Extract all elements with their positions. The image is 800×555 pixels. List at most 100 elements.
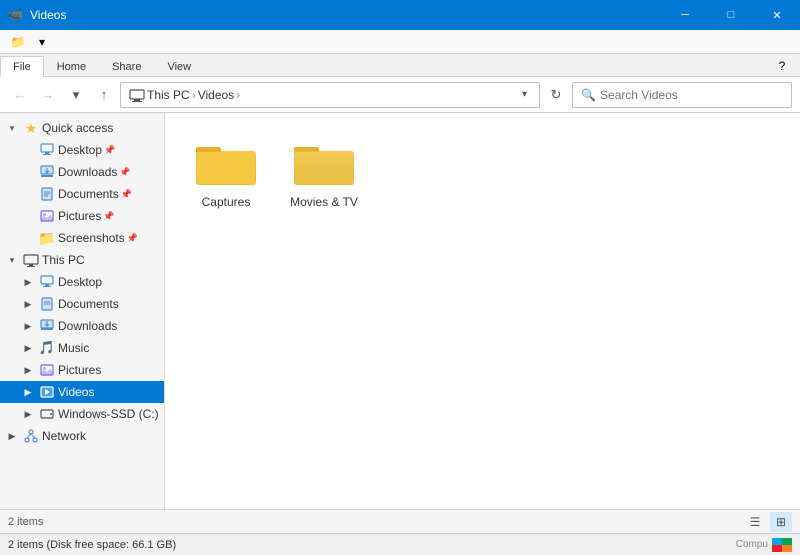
this-pc-icon xyxy=(129,87,145,103)
main-layout: ▾ ★ Quick access Desktop 📌 Downloads 📌 D… xyxy=(0,113,800,509)
qat-folder-button[interactable]: 📁 xyxy=(8,32,28,52)
sidebar-item-music-pc[interactable]: ▶ 🎵 Music xyxy=(0,337,164,359)
videos-pc-icon xyxy=(39,384,55,400)
documents-pc-icon xyxy=(39,296,55,312)
this-pc-label: This PC xyxy=(42,253,85,267)
pin-icon-downloads: 📌 xyxy=(119,167,130,178)
drive-icon xyxy=(39,406,55,422)
sidebar-item-pictures-pc[interactable]: ▶ Pictures xyxy=(0,359,164,381)
sidebar-videos-pc-label: Videos xyxy=(58,385,94,399)
network-expand[interactable]: ▶ xyxy=(4,428,20,444)
network-label: Network xyxy=(42,429,86,443)
forward-button[interactable]: → xyxy=(36,83,60,107)
path-part-1: This PC xyxy=(147,88,190,102)
address-path: This PC › Videos › xyxy=(129,87,518,103)
sidebar-music-pc-label: Music xyxy=(58,341,89,355)
path-part-2: Videos xyxy=(198,88,234,102)
desktop-pc-icon xyxy=(39,274,55,290)
network-icon xyxy=(23,428,39,444)
this-pc-header[interactable]: ▾ This PC xyxy=(0,249,164,271)
sidebar-pictures-pc-label: Pictures xyxy=(58,363,101,377)
music-pc-icon: 🎵 xyxy=(39,340,55,356)
this-pc-expand[interactable]: ▾ xyxy=(4,252,20,268)
back-button[interactable]: ← xyxy=(8,83,32,107)
quick-access-expand[interactable]: ▾ xyxy=(4,120,20,136)
address-box[interactable]: This PC › Videos › ▾ xyxy=(120,82,540,108)
brand-flag-icon xyxy=(772,538,792,552)
sidebar-screenshots-quick-label: Screenshots xyxy=(58,231,125,245)
sidebar-documents-pc-label: Documents xyxy=(58,297,119,311)
desktop-icon xyxy=(39,142,55,158)
brand-text: Compu xyxy=(736,539,768,550)
documents-icon-quick xyxy=(39,186,55,202)
folder-grid: Captures xyxy=(181,129,784,217)
sidebar-item-screenshots-quick[interactable]: 📁 Screenshots 📌 xyxy=(0,227,164,249)
window-title: Videos xyxy=(30,8,66,22)
pictures-icon-quick xyxy=(39,208,55,224)
item-count: 2 items xyxy=(8,516,43,528)
list-view-button[interactable]: ☰ xyxy=(744,512,766,532)
folder-captures[interactable]: Captures xyxy=(181,129,271,217)
sidebar-item-documents-pc[interactable]: ▶ Documents xyxy=(0,293,164,315)
title-bar-left: 📹 Videos xyxy=(8,7,66,23)
tab-share[interactable]: Share xyxy=(99,56,154,77)
this-pc-icon xyxy=(23,252,39,268)
ribbon-tabs: File Home Share View ? xyxy=(0,54,800,77)
pin-icon-screenshots: 📌 xyxy=(127,233,138,244)
folder-movies-tv-icon xyxy=(292,137,356,189)
search-box[interactable]: 🔍 xyxy=(572,82,792,108)
sidebar-desktop-quick-label: Desktop xyxy=(58,143,102,157)
sidebar-item-windows-ssd[interactable]: ▶ Windows-SSD (C:) xyxy=(0,403,164,425)
app-icon: 📹 xyxy=(8,7,24,23)
bottom-right: Compu xyxy=(736,538,792,552)
close-button[interactable]: ✕ xyxy=(754,0,800,30)
quick-access-header[interactable]: ▾ ★ Quick access xyxy=(0,117,164,139)
quick-access-label: Quick access xyxy=(42,121,113,135)
sidebar-desktop-pc-label: Desktop xyxy=(58,275,102,289)
sidebar-item-pictures-quick[interactable]: Pictures 📌 xyxy=(0,205,164,227)
dropdown-button[interactable]: ▾ xyxy=(64,83,88,107)
tab-view[interactable]: View xyxy=(154,56,204,77)
sidebar-item-documents-quick[interactable]: Documents 📌 xyxy=(0,183,164,205)
sidebar-item-videos-pc[interactable]: ▶ Videos xyxy=(0,381,164,403)
sidebar-item-downloads-quick[interactable]: Downloads 📌 xyxy=(0,161,164,183)
address-dropdown-btn[interactable]: ▾ xyxy=(518,89,531,100)
title-bar: 📹 Videos ─ □ ✕ xyxy=(0,0,800,30)
pin-icon-documents: 📌 xyxy=(121,189,132,200)
folder-captures-icon xyxy=(194,137,258,189)
downloads-icon xyxy=(39,164,55,180)
refresh-button[interactable]: ↻ xyxy=(544,83,568,107)
search-icon: 🔍 xyxy=(581,88,596,102)
folder-captures-label: Captures xyxy=(202,195,251,209)
folder-movies-tv-label: Movies & TV xyxy=(290,195,358,209)
tab-file[interactable]: File xyxy=(0,56,44,77)
details-view-button[interactable]: ⊞ xyxy=(770,512,792,532)
sidebar-item-desktop-quick[interactable]: Desktop 📌 xyxy=(0,139,164,161)
folder-movies-tv[interactable]: Movies & TV xyxy=(279,129,369,217)
sidebar-documents-quick-label: Documents xyxy=(58,187,119,201)
pin-icon-pictures: 📌 xyxy=(103,211,114,222)
qat-dropdown-button[interactable]: ▾ xyxy=(32,32,52,52)
sidebar-pictures-quick-label: Pictures xyxy=(58,209,101,223)
status-bar: 2 items ☰ ⊞ xyxy=(0,509,800,533)
title-controls: ─ □ ✕ xyxy=(662,0,800,30)
bottom-bar: 2 items (Disk free space: 66.1 GB) Compu xyxy=(0,533,800,555)
pin-icon-desktop: 📌 xyxy=(104,145,115,156)
status-right: ☰ ⊞ xyxy=(744,512,792,532)
content-area: Captures xyxy=(165,113,800,509)
sidebar-item-desktop-pc[interactable]: ▶ Desktop xyxy=(0,271,164,293)
downloads-pc-icon xyxy=(39,318,55,334)
network-header[interactable]: ▶ Network xyxy=(0,425,164,447)
minimize-button[interactable]: ─ xyxy=(662,0,708,30)
disk-info: 2 items (Disk free space: 66.1 GB) xyxy=(8,539,176,551)
search-input[interactable] xyxy=(600,88,783,102)
tab-home[interactable]: Home xyxy=(44,56,99,77)
screenshots-icon: 📁 xyxy=(39,230,55,246)
sidebar-downloads-pc-label: Downloads xyxy=(58,319,117,333)
sidebar: ▾ ★ Quick access Desktop 📌 Downloads 📌 D… xyxy=(0,113,165,509)
up-button[interactable]: ↑ xyxy=(92,83,116,107)
sidebar-item-downloads-pc[interactable]: ▶ Downloads xyxy=(0,315,164,337)
help-button[interactable]: ? xyxy=(772,56,792,76)
quick-access-star-icon: ★ xyxy=(23,120,39,136)
maximize-button[interactable]: □ xyxy=(708,0,754,30)
